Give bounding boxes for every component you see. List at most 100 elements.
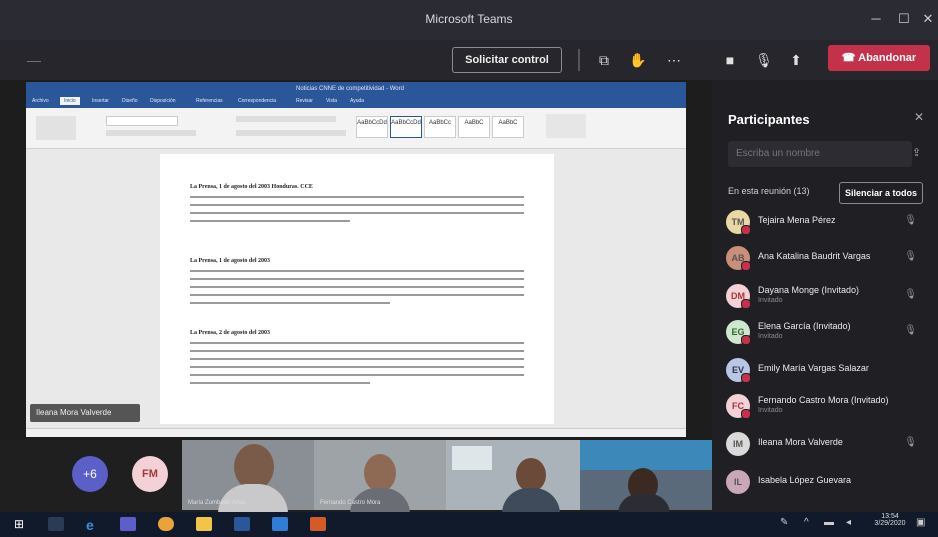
person-face (364, 454, 396, 492)
participant-name: Emily María Vargas Salazar (758, 363, 869, 373)
notification-icon[interactable]: ▣ (916, 517, 932, 531)
participant-row[interactable]: DM Dayana Monge (Invitado) Invitado 🎙 (726, 280, 931, 314)
share-tray-icon[interactable]: ⧉ (594, 49, 614, 71)
hangup-icon: ☎ (841, 52, 859, 64)
font-name-box[interactable] (106, 116, 178, 126)
participant-row[interactable]: EV Emily María Vargas Salazar (726, 354, 931, 388)
word-tab[interactable]: Diseño (122, 98, 138, 104)
participant-name: Isabela López Guevara (758, 475, 852, 485)
participant-row[interactable]: TM Tejaira Mena Pérez 🎙 (726, 206, 931, 240)
task-view-icon[interactable] (48, 517, 64, 531)
word-title: Noticias CNNE de competitividad - Word (296, 86, 404, 92)
video-tile[interactable]: Fernando Castro Mora (314, 440, 446, 514)
powerpoint-icon[interactable] (310, 517, 326, 531)
find-replace-icons[interactable] (546, 114, 586, 138)
text-line (190, 212, 524, 214)
mic-muted-icon: 🎙 (904, 289, 917, 300)
video-tile[interactable] (580, 440, 712, 514)
text-line (190, 358, 524, 360)
word-window: Noticias CNNE de competitividad - Word A… (26, 82, 686, 437)
text-line (190, 270, 524, 272)
leave-button[interactable]: ☎ Abandonar (828, 45, 930, 71)
edge-icon[interactable]: e (86, 517, 102, 533)
paragraph-title: La Prensa, 1 de agosto del 2003 (190, 258, 271, 264)
text-line (190, 220, 350, 222)
dash-icon: — (27, 52, 41, 68)
teams-icon[interactable] (120, 517, 136, 531)
mute-all-button[interactable]: Silenciar a todos (839, 182, 923, 204)
request-control-button[interactable]: Solicitar control (452, 47, 562, 73)
participant-name: Tejaira Mena Pérez (758, 215, 836, 225)
word-tab[interactable]: Correspondencia (238, 98, 276, 104)
video-tile-name: María Zumbado Arias (188, 500, 246, 506)
word-tab[interactable]: Revisar (296, 98, 313, 104)
overflow-participants-button[interactable]: +6 (72, 456, 108, 492)
chrome-icon[interactable] (158, 517, 174, 531)
style-no-spacing[interactable]: AaBbCcDd (390, 116, 422, 138)
invite-input[interactable] (728, 141, 912, 167)
participant-row[interactable]: AB Ana Katalina Baudrit Vargas 🎙 (726, 242, 931, 276)
taskbar-clock[interactable]: 13:54 3/29/2020 (872, 513, 908, 527)
word-tab[interactable]: Ayuda (350, 98, 364, 104)
participant-row[interactable]: FC Fernando Castro Mora (Invitado) Invit… (726, 390, 931, 424)
text-line (190, 286, 524, 288)
wifi-icon[interactable]: ▬ (824, 517, 840, 531)
text-line (190, 294, 524, 296)
leave-label: Abandonar (858, 52, 917, 64)
word-tab-active[interactable]: Inicio (60, 97, 80, 105)
volume-icon[interactable]: ◂ (846, 517, 862, 531)
participant-row[interactable]: IL Isabela López Guevara (726, 466, 931, 500)
avatar: TM (726, 210, 751, 235)
participant-row[interactable]: EG Elena García (Invitado) Invitado 🎙 (726, 316, 931, 350)
style-subtitle[interactable]: AaBbC (492, 116, 524, 138)
clock-date: 3/29/2020 (874, 520, 906, 527)
paragraph-icons[interactable] (236, 116, 336, 122)
people-icon[interactable]: ✎ (780, 517, 796, 531)
word-status-bar (26, 428, 686, 437)
text-line (190, 278, 524, 280)
in-meeting-count: En esta reunión (13) (728, 186, 810, 196)
word-ribbon-tabs: Archivo Inicio Insertar Diseño Disposici… (26, 96, 686, 108)
video-tile[interactable]: María Zumbado Arias (182, 440, 314, 514)
word-tab[interactable]: Archivo (32, 98, 49, 104)
word-icon[interactable] (234, 517, 250, 531)
share-invite-icon[interactable]: ⇪ (912, 146, 921, 159)
tray-chevron-icon[interactable]: ^ (804, 517, 820, 531)
close-icon[interactable]: ✕ (914, 8, 938, 30)
mic-muted-icon[interactable]: 🎙 (754, 49, 774, 71)
participant-row[interactable]: IM Ileana Mora Valverde 🎙 (726, 428, 931, 462)
paragraph-title: La Prensa, 1 de agosto del 2003 Honduras… (190, 184, 313, 190)
mic-muted-icon: 🎙 (904, 325, 917, 336)
avatar[interactable]: FM (132, 456, 168, 492)
paragraph-icons-row2[interactable] (236, 130, 346, 136)
text-line (190, 342, 524, 344)
word-tab[interactable]: Disposición (150, 98, 176, 104)
toolbar-divider (578, 49, 580, 71)
more-options-icon[interactable]: ⋯ (664, 49, 684, 71)
style-normal[interactable]: AaBbCcDd (356, 116, 388, 138)
app-icon[interactable] (272, 517, 288, 531)
word-title-bar: Noticias CNNE de competitividad - Word (26, 82, 686, 96)
file-explorer-icon[interactable] (196, 517, 212, 531)
avatar: EG (726, 320, 751, 345)
paste-icon[interactable] (36, 116, 76, 140)
camera-icon[interactable]: ■ (720, 49, 740, 71)
word-tab[interactable]: Referencias (196, 98, 223, 104)
windows-start-icon[interactable]: ⊞ (14, 517, 30, 531)
raise-hand-icon[interactable]: ✋ (628, 49, 648, 71)
panel-title: Participantes (728, 112, 810, 127)
panel-close-icon[interactable]: ✕ (914, 110, 924, 124)
background-wall (580, 440, 712, 470)
minimize-icon[interactable]: ─ (862, 8, 890, 30)
title-bar: Microsoft Teams ─ ☐ ✕ (0, 0, 938, 40)
participant-name: Dayana Monge (Invitado) (758, 285, 860, 295)
style-title[interactable]: AaBbC (458, 116, 490, 138)
font-format-icons[interactable] (106, 130, 196, 136)
video-tile[interactable] (446, 440, 580, 514)
style-heading1[interactable]: AaBbCc (424, 116, 456, 138)
word-tab[interactable]: Vista (326, 98, 337, 104)
avatar: DM (726, 284, 751, 309)
word-tab[interactable]: Insertar (92, 98, 109, 104)
share-screen-icon[interactable]: ⬆ (786, 49, 806, 71)
person-body (502, 488, 560, 514)
